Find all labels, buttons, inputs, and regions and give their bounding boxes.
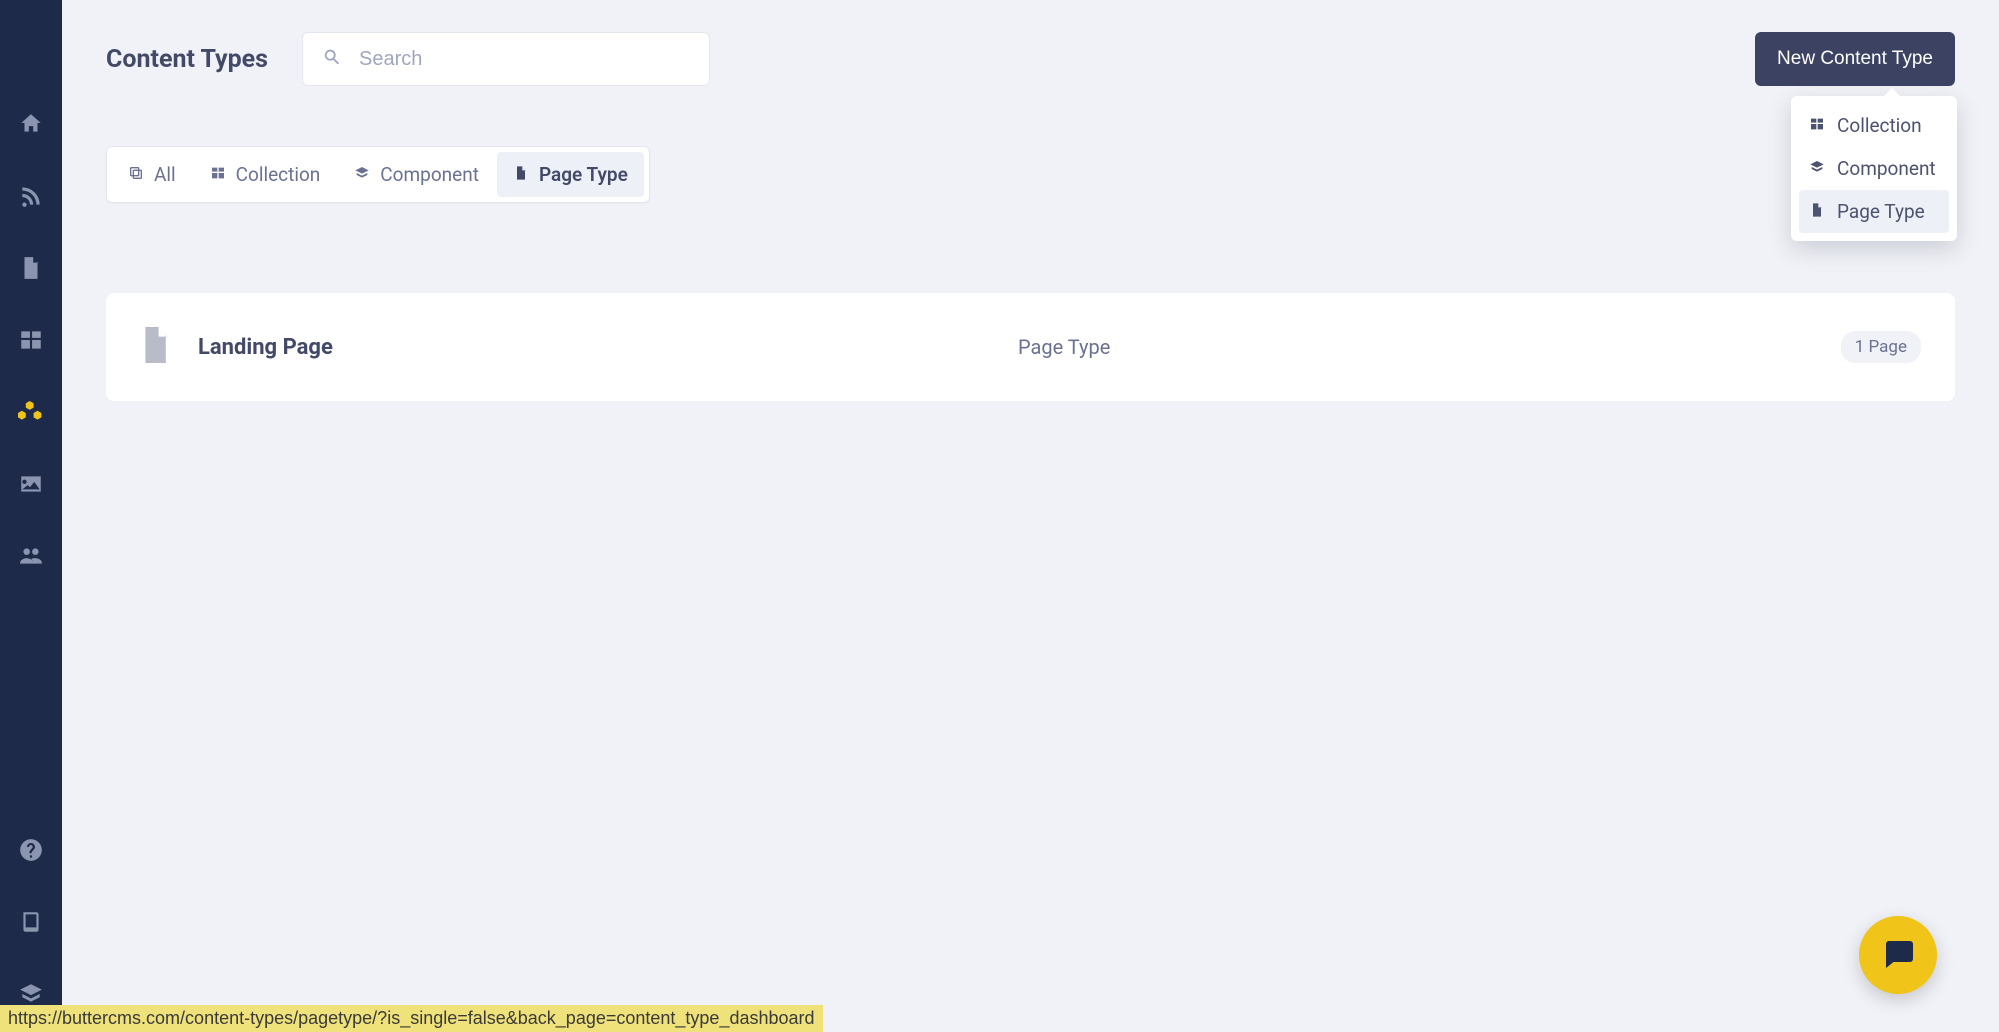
page-icon [1809, 200, 1825, 223]
chat-widget-button[interactable] [1859, 916, 1937, 994]
search-input[interactable] [359, 48, 691, 71]
book-icon [18, 909, 44, 939]
page-icon [513, 163, 529, 186]
copy-icon [128, 163, 144, 186]
sidebar-item-users[interactable] [0, 522, 62, 594]
chat-icon [1880, 935, 1916, 975]
main-content: Content Types New Content Type All Colle… [62, 4, 1999, 1032]
filter-tab-collection[interactable]: Collection [194, 152, 337, 197]
layers-icon [354, 163, 370, 186]
sidebar-item-help[interactable] [0, 816, 62, 888]
dropdown-item-collection[interactable]: Collection [1799, 104, 1949, 147]
users-icon [18, 543, 44, 573]
filter-row: All Collection Component Page Type [106, 146, 1955, 203]
content-row-type: Page Type [1018, 335, 1841, 359]
sidebar-item-collections[interactable] [0, 306, 62, 378]
question-icon [18, 837, 44, 867]
browser-status-url: https://buttercms.com/content-types/page… [0, 1005, 823, 1032]
filter-tab-label: All [154, 163, 176, 186]
page-icon [18, 255, 44, 285]
search-icon [321, 46, 343, 72]
header-row: Content Types New Content Type [106, 32, 1955, 86]
home-icon [18, 111, 44, 141]
filter-tab-label: Page Type [539, 163, 628, 186]
filter-tab-label: Component [380, 163, 479, 186]
rss-icon [18, 183, 44, 213]
search-box[interactable] [302, 32, 710, 86]
sidebar [0, 0, 62, 1032]
sidebar-item-docs[interactable] [0, 888, 62, 960]
sidebar-item-media[interactable] [0, 450, 62, 522]
boxes-icon [18, 399, 44, 429]
filter-tab-pagetype[interactable]: Page Type [497, 152, 644, 197]
grid-icon [18, 327, 44, 357]
dropdown-item-label: Collection [1837, 114, 1922, 137]
filter-tab-label: Collection [236, 163, 321, 186]
grid-icon [1809, 114, 1825, 137]
sidebar-item-pages[interactable] [0, 234, 62, 306]
dropdown-item-pagetype[interactable]: Page Type [1799, 190, 1949, 233]
new-content-type-button[interactable]: New Content Type [1755, 32, 1955, 86]
content-row-badge: 1 Page [1841, 331, 1921, 363]
sidebar-item-content-types[interactable] [0, 378, 62, 450]
filter-tab-component[interactable]: Component [338, 152, 495, 197]
grid-icon [210, 163, 226, 186]
content-row[interactable]: Landing Page Page Type 1 Page [106, 293, 1955, 401]
content-list: Landing Page Page Type 1 Page [106, 293, 1955, 401]
dropdown-item-label: Component [1837, 157, 1936, 180]
dropdown-item-label: Page Type [1837, 200, 1925, 223]
filter-tabs: All Collection Component Page Type [106, 146, 650, 203]
sidebar-item-home[interactable] [0, 90, 62, 162]
content-row-name: Landing Page [198, 335, 1018, 360]
image-icon [18, 471, 44, 501]
sidebar-item-blog[interactable] [0, 162, 62, 234]
dropdown-item-component[interactable]: Component [1799, 147, 1949, 190]
page-icon [140, 327, 170, 367]
new-content-type-dropdown: Collection Component Page Type [1791, 96, 1957, 241]
layers-icon [1809, 157, 1825, 180]
page-title: Content Types [106, 45, 268, 74]
filter-tab-all[interactable]: All [112, 152, 192, 197]
